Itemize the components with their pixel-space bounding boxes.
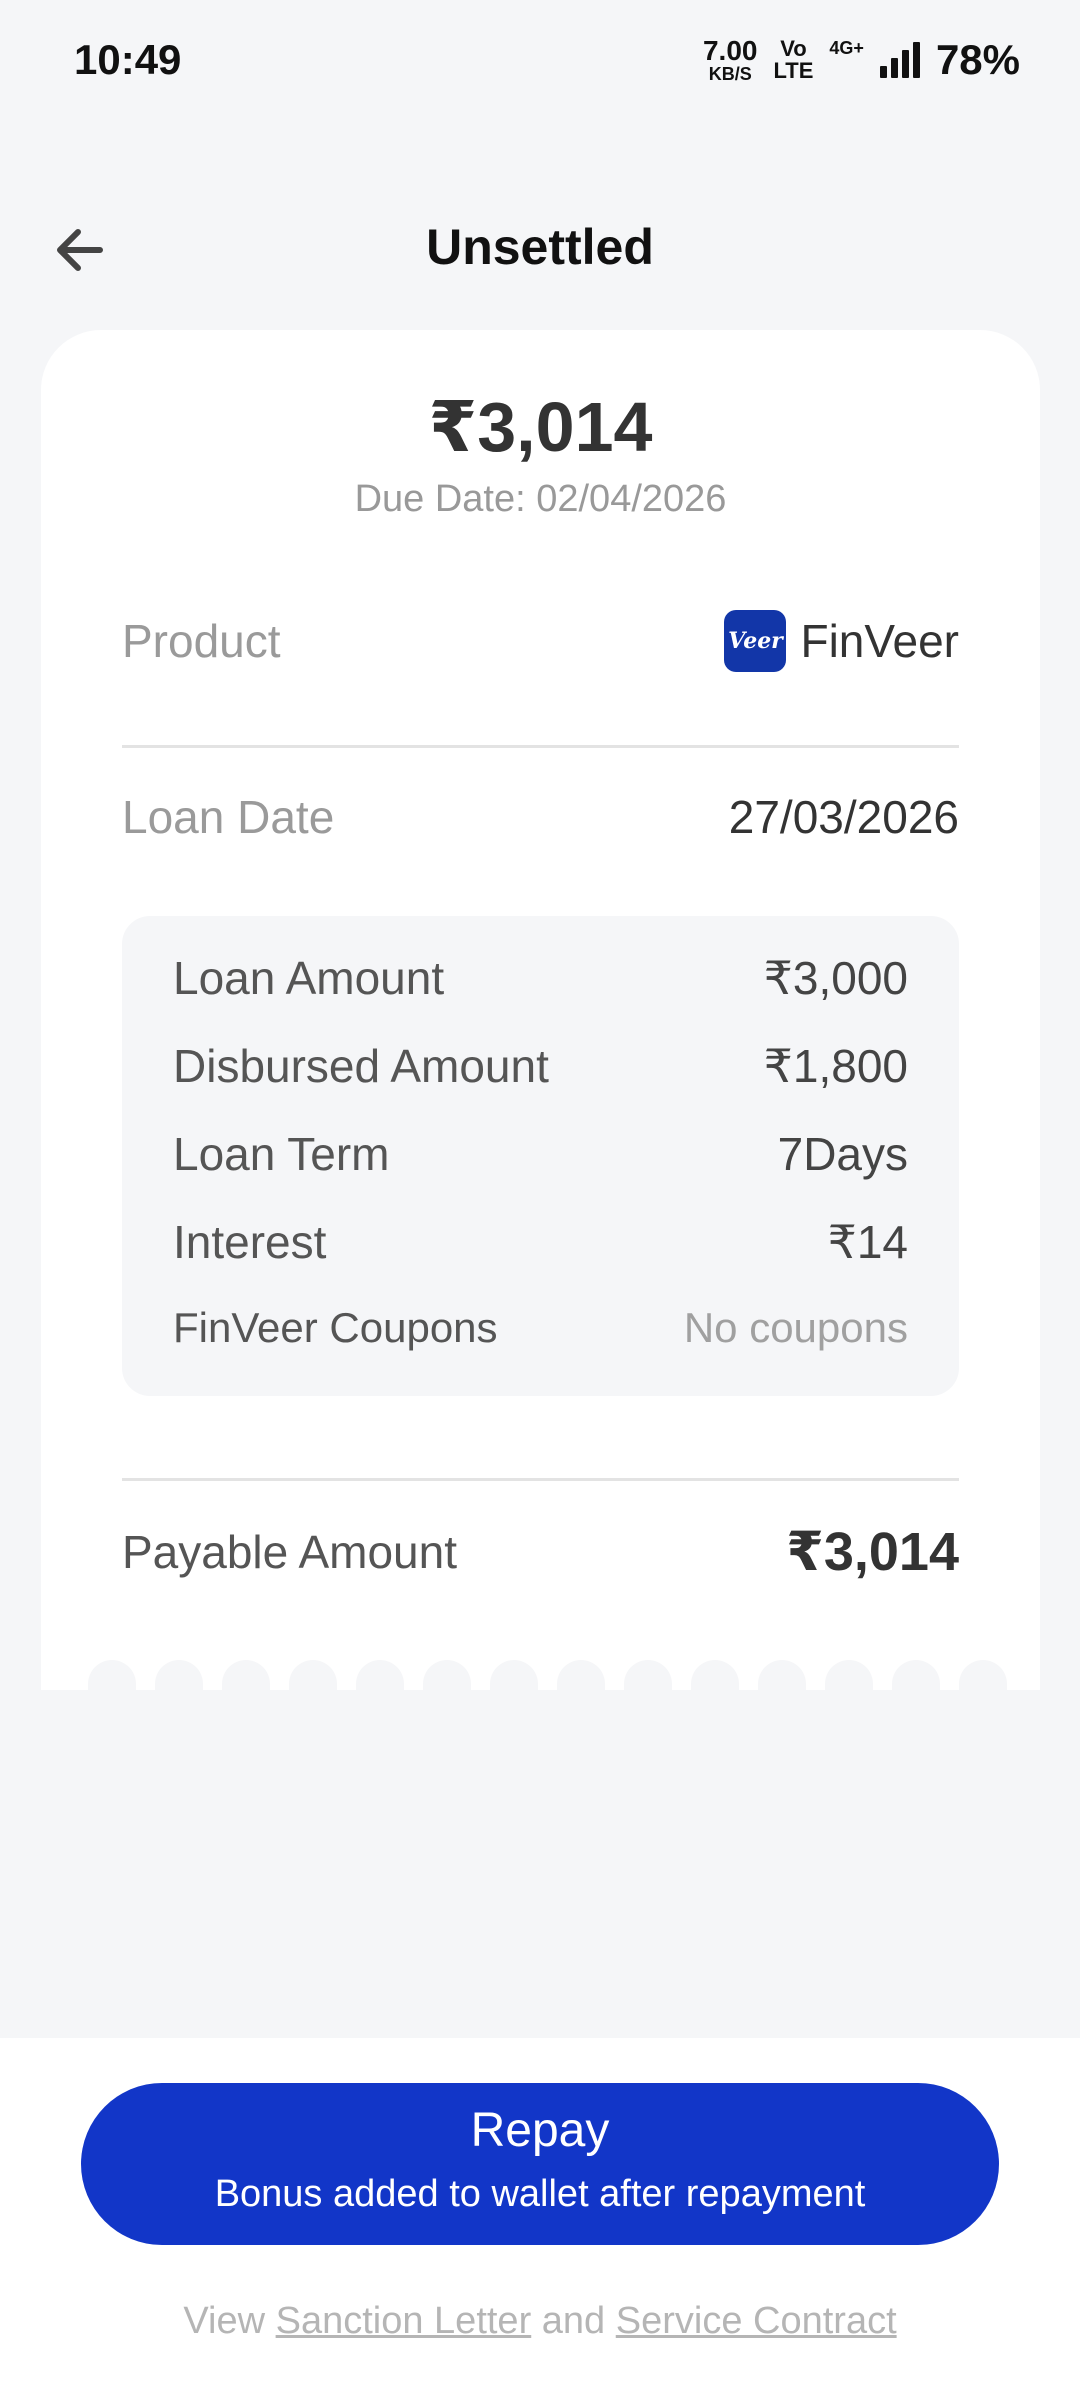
page-header: Unsettled [0, 190, 1080, 310]
bottom-bar: Repay Bonus added to wallet after repaym… [0, 2038, 1080, 2400]
repay-button-sublabel: Bonus added to wallet after repayment [214, 2173, 866, 2215]
due-amount: ₹3,014 [428, 388, 653, 466]
legal-links: View Sanction Letter and Service Contrac… [183, 2300, 897, 2342]
finveer-logo-icon: Veer [724, 610, 787, 672]
product-label: Product [122, 615, 281, 667]
loan-details-box: Loan Amount ₹3,000 Disbursed Amount ₹1,8… [122, 916, 959, 1396]
loan-date-label: Loan Date [122, 791, 335, 843]
service-contract-link[interactable]: Service Contract [616, 2300, 897, 2342]
payable-amount: ₹3,014 [786, 1522, 959, 1582]
loan-date-value: 27/03/2026 [728, 791, 959, 843]
network-speed-value: 7.00 [702, 35, 758, 66]
divider [122, 745, 959, 748]
due-date: Due Date: 02/04/2026 [354, 478, 727, 520]
network-type: 4G+ [829, 37, 864, 58]
signal-icon [879, 42, 920, 78]
network-speed-unit: KB/S [708, 64, 752, 84]
repay-button[interactable]: Repay Bonus added to wallet after repaym… [81, 2083, 999, 2245]
status-icons: 7.00 KB/S Vo LTE 4G+ 78% [703, 36, 1020, 84]
loan-card: ₹3,014 Due Date: 02/04/2026 Product Veer… [41, 330, 1040, 1720]
detail-row-loan-term: Loan Term 7Days [173, 1128, 908, 1180]
battery-level: 78% [935, 36, 1020, 83]
volte-icon: Vo LTE [773, 36, 814, 83]
product-name: FinVeer [800, 615, 959, 667]
ticket-edge [41, 1660, 1040, 1720]
page-title: Unsettled [426, 219, 654, 275]
status-time: 10:49 [74, 36, 182, 83]
detail-row-interest: Interest ₹14 [173, 1216, 908, 1268]
detail-row-disbursed-amount: Disbursed Amount ₹1,800 [173, 1040, 908, 1092]
payable-label: Payable Amount [122, 1525, 458, 1578]
sanction-letter-link[interactable]: Sanction Letter [276, 2300, 532, 2342]
divider [122, 1478, 959, 1481]
detail-row-coupons[interactable]: FinVeer Coupons No coupons [173, 1304, 908, 1352]
loan-date-row: Loan Date 27/03/2026 [122, 790, 959, 844]
detail-row-loan-amount: Loan Amount ₹3,000 [173, 952, 908, 1004]
product-row: Product Veer FinVeer [122, 610, 959, 672]
network-speed: 7.00 KB/S [702, 35, 758, 84]
payable-row: Payable Amount ₹3,014 [122, 1520, 959, 1583]
product-value: Veer FinVeer [724, 610, 959, 672]
status-bar: 10:49 7.00 KB/S Vo LTE 4G+ 78% [0, 0, 1080, 120]
repay-button-label: Repay [470, 2104, 610, 2157]
